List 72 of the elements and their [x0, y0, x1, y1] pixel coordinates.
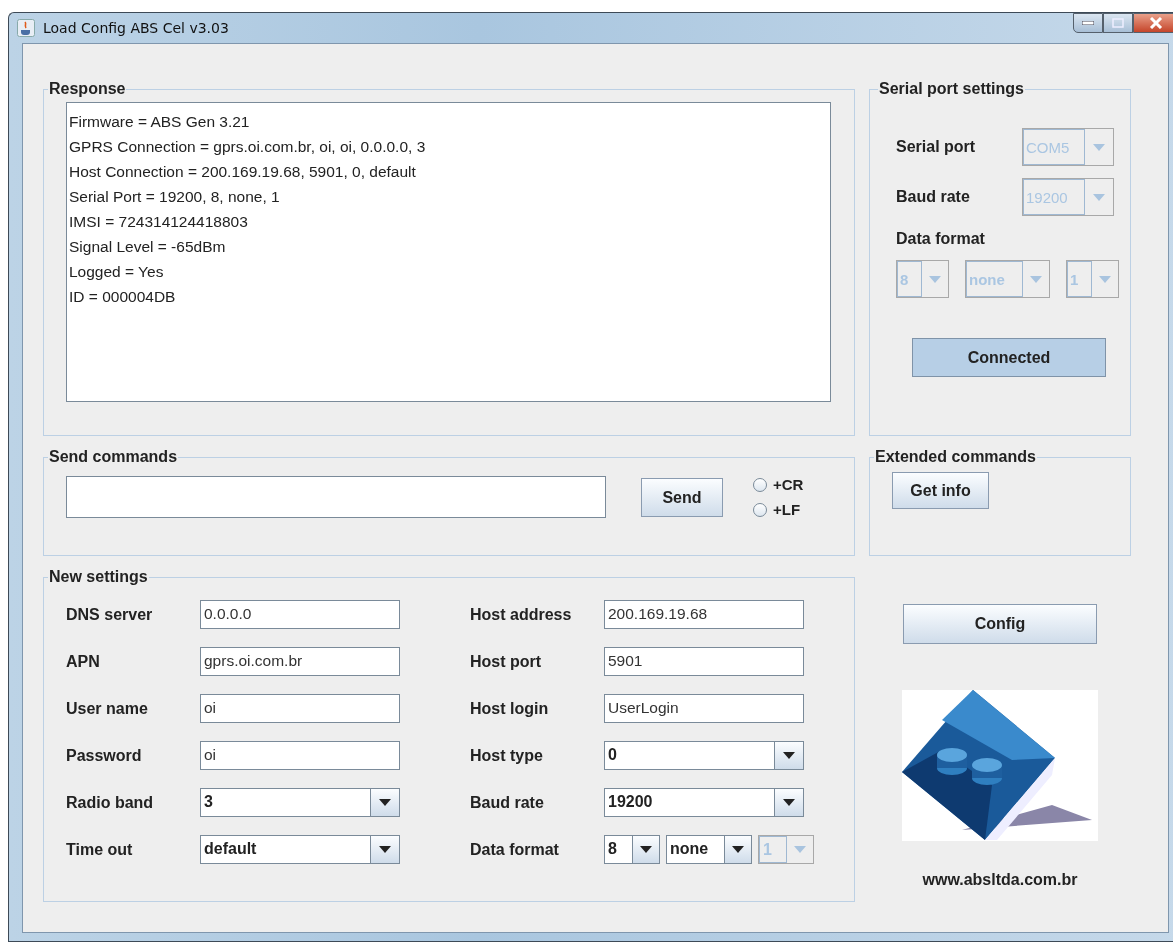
field-label: APN — [66, 652, 101, 671]
caret-icon — [1093, 193, 1105, 201]
panel-title: Serial port settings — [878, 80, 1025, 98]
field-label: Host port — [470, 652, 543, 671]
response-line: Serial Port = 19200, 8, none, 1 — [69, 187, 281, 207]
response-line: ID = 000004DB — [69, 287, 177, 307]
field-label: DNS server — [66, 605, 154, 624]
close-button[interactable] — [1133, 13, 1173, 33]
text-field[interactable]: 0.0.0.0 — [200, 600, 400, 629]
field-label: Radio band — [66, 793, 155, 812]
dropdown[interactable]: 8 — [604, 835, 660, 864]
caret-icon — [929, 275, 941, 283]
caret-icon — [640, 846, 652, 853]
command-field[interactable] — [66, 476, 606, 518]
maximize-icon — [1112, 18, 1124, 28]
coffee-cup-icon — [17, 19, 35, 37]
caret-icon — [1093, 143, 1105, 151]
maximize-button[interactable] — [1103, 13, 1133, 33]
response-line: Host Connection = 200.169.19.68, 5901, 0, default — [69, 162, 417, 182]
response-line: GPRS Connection = gprs.oi.com.br, oi, oi, 0.0.0.0, 3 — [69, 137, 427, 157]
panel-title: Send commands — [48, 448, 179, 466]
response-line: Firmware = ABS Gen 3.21 — [69, 112, 251, 132]
panel-title: Response — [48, 80, 127, 98]
field-label: Time out — [66, 840, 134, 859]
caret-icon — [1030, 275, 1042, 283]
text-field[interactable]: 200.169.19.68 — [604, 600, 804, 629]
close-icon — [1149, 17, 1163, 29]
caret-icon — [794, 846, 806, 853]
field-label: User name — [66, 699, 149, 718]
website-link[interactable]: www.absltda.com.br — [922, 871, 1078, 889]
dropdown[interactable]: 19200 — [604, 788, 804, 817]
field-label: Baud rate — [470, 793, 545, 812]
field-label: Host type — [470, 746, 544, 765]
text-field[interactable]: UserLogin — [604, 694, 804, 723]
caret-icon — [1099, 275, 1111, 283]
text-field[interactable]: oi — [200, 694, 400, 723]
radio-button[interactable] — [753, 477, 767, 492]
field-label: Serial port — [896, 138, 977, 156]
caret-icon — [783, 799, 795, 806]
caret-icon — [783, 752, 795, 759]
config-button[interactable]: Config — [903, 604, 1097, 644]
radio-button[interactable] — [753, 502, 767, 517]
caret-icon — [379, 799, 391, 806]
response-line: Signal Level = -65dBm — [69, 237, 227, 257]
connect-button[interactable]: Connected — [912, 338, 1106, 377]
response-text-area[interactable] — [66, 102, 831, 402]
field-label: Data format — [470, 840, 560, 859]
dropdown[interactable]: 0 — [604, 741, 804, 770]
dropdown[interactable]: default — [200, 835, 400, 864]
window-title: Load Config ABS Cel v3.03 — [43, 20, 229, 36]
option-label: +LF — [773, 501, 801, 518]
panel-title: New settings — [48, 568, 149, 586]
panel-title: Extended commands — [874, 448, 1037, 466]
text-field[interactable]: 5901 — [604, 647, 804, 676]
response-line: IMSI = 724314124418803 — [69, 212, 249, 232]
get-info-button[interactable]: Get info — [892, 472, 989, 509]
caret-icon — [379, 846, 391, 853]
minimize-button[interactable] — [1073, 13, 1103, 33]
dropdown[interactable]: 3 — [200, 788, 400, 817]
field-label: Host login — [470, 699, 550, 718]
text-field[interactable]: gprs.oi.com.br — [200, 647, 400, 676]
field-label: Data format — [896, 230, 986, 248]
send-button[interactable]: Send — [641, 478, 723, 517]
text-field[interactable]: oi — [200, 741, 400, 770]
field-label: Password — [66, 746, 143, 765]
field-label: Baud rate — [896, 188, 971, 206]
minimize-icon — [1082, 21, 1094, 25]
field-label: Host address — [470, 605, 573, 624]
caret-icon — [732, 846, 744, 853]
option-label: +CR — [773, 476, 804, 493]
response-line: Logged = Yes — [69, 262, 165, 282]
dropdown[interactable]: none — [666, 835, 752, 864]
